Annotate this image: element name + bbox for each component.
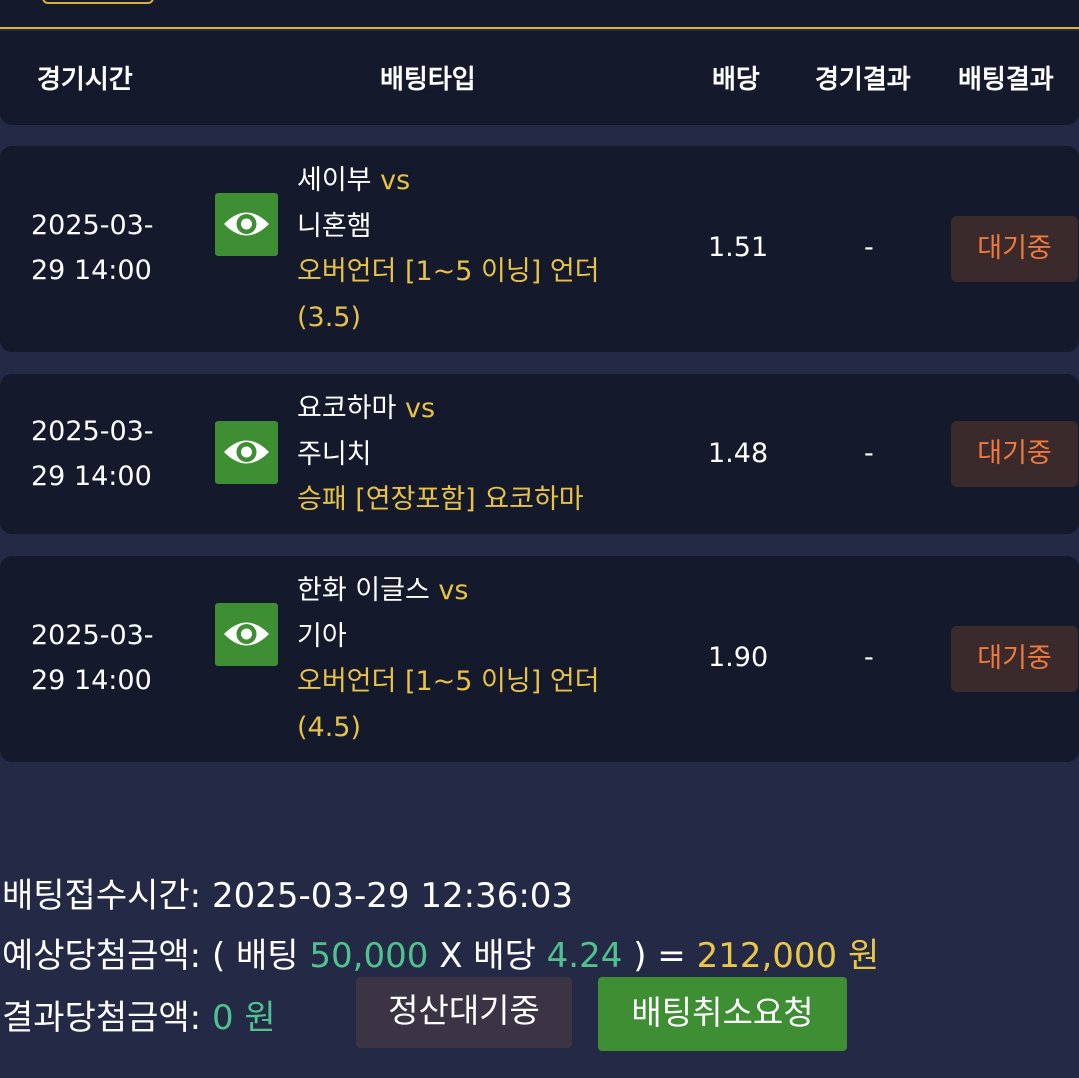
expected-win-line: 예상당첨금액: ( 배팅 50,000 X 배당 4.24 ) = 212,00… (2, 928, 879, 977)
bet-row: 2025-03- 29 14:00 세이부 vs 니혼햄 오버언더 [1~5 이… (0, 146, 1079, 352)
table-header: 경기시간 배팅타입 배당 경기결과 배팅결과 (0, 31, 1079, 125)
expected-win-amount: 212,000 원 (696, 936, 880, 976)
match-time: 2025-03- 29 14:00 (31, 409, 171, 499)
bet-row: 2025-03- 29 14:00 한화 이글스 vs 기아 오버언더 [1~5… (0, 556, 1079, 762)
match-time-date: 2025-03- (31, 210, 154, 241)
watch-button[interactable] (215, 193, 278, 256)
home-team: 세이부 (297, 165, 372, 196)
match-time-clock: 29 14:00 (31, 255, 152, 286)
game-result: - (864, 232, 874, 263)
result-win-label: 결과당첨금액: (2, 998, 202, 1038)
equals-sign: ) = (633, 936, 686, 976)
bet-type-line: (3.5) (297, 301, 362, 333)
match-home-line: 요코하마 vs (297, 386, 657, 432)
header-game-result: 경기결과 (815, 65, 911, 95)
vs-label: vs (438, 575, 469, 606)
bet-type: 오버언더 [1~5 이닝] 언더 (297, 256, 600, 287)
match-home-line: 세이부 vs (297, 158, 657, 204)
received-time-value: 2025-03-29 12:36:03 (211, 876, 574, 916)
bet-type-line: (4.5) (297, 711, 362, 743)
bet-info: 요코하마 vs 주니치 승패 [연장포함] 요코하마 (297, 386, 657, 523)
top-bar (0, 0, 1079, 29)
header-bet-result: 배팅결과 (958, 65, 1054, 95)
result-win-amount: 0 원 (211, 998, 276, 1038)
eye-icon (224, 440, 269, 464)
home-team: 요코하마 (297, 393, 397, 424)
match-time-clock: 29 14:00 (31, 665, 152, 696)
status-badge: 대기중 (951, 421, 1078, 487)
odds-value: 1.48 (708, 438, 769, 469)
received-time-label: 배팅접수시간: (2, 876, 202, 916)
vs-label: vs (404, 393, 436, 424)
total-odds-value: 4.24 (546, 936, 623, 976)
bet-info: 세이부 vs 니혼햄 오버언더 [1~5 이닝] 언더 (3.5) (297, 158, 657, 340)
eye-icon (224, 212, 269, 236)
top-button[interactable] (42, 0, 154, 4)
match-home-line: 한화 이글스 vs (297, 568, 657, 614)
header-time: 경기시간 (37, 65, 133, 95)
status-badge: 대기중 (951, 626, 1078, 692)
odds-value: 1.90 (708, 642, 769, 673)
match-time-clock: 29 14:00 (31, 461, 152, 492)
away-team: 기아 (297, 620, 347, 652)
bet-row: 2025-03- 29 14:00 요코하마 vs 주니치 승패 [연장포함] … (0, 374, 1079, 534)
bet-type: 승패 [연장포함] 요코하마 (297, 484, 584, 515)
away-team: 니혼햄 (297, 210, 372, 242)
watch-button[interactable] (215, 421, 278, 484)
bet-info: 한화 이글스 vs 기아 오버언더 [1~5 이닝] 언더 (4.5) (297, 568, 657, 750)
match-time-date: 2025-03- (31, 416, 154, 447)
game-result: - (864, 642, 874, 673)
stake-label: ( 배팅 (211, 936, 299, 976)
match-time-date: 2025-03- (31, 620, 154, 651)
watch-button[interactable] (215, 603, 278, 666)
header-odds: 배당 (712, 65, 760, 95)
match-time: 2025-03- 29 14:00 (31, 613, 171, 703)
cancel-bet-request-button[interactable]: 배팅취소요청 (598, 977, 847, 1051)
header-bet-type: 배팅타입 (380, 65, 476, 95)
received-time-line: 배팅접수시간: 2025-03-29 12:36:03 (2, 868, 573, 917)
bet-type: 오버언더 [1~5 이닝] 언더 (297, 666, 600, 697)
eye-icon (224, 622, 269, 646)
away-team: 주니치 (297, 438, 372, 470)
total-odds-label: X 배당 (439, 936, 536, 976)
settlement-pending-button[interactable]: 정산대기중 (356, 977, 572, 1048)
expected-win-label: 예상당첨금액: (2, 936, 202, 976)
game-result: - (864, 438, 874, 469)
odds-value: 1.51 (708, 232, 769, 263)
stake-amount: 50,000 (309, 936, 429, 976)
status-badge: 대기중 (951, 216, 1078, 282)
match-time: 2025-03- 29 14:00 (31, 203, 171, 293)
result-win-line: 결과당첨금액: 0 원 (2, 990, 276, 1039)
home-team: 한화 이글스 (297, 575, 430, 606)
vs-label: vs (380, 165, 411, 196)
